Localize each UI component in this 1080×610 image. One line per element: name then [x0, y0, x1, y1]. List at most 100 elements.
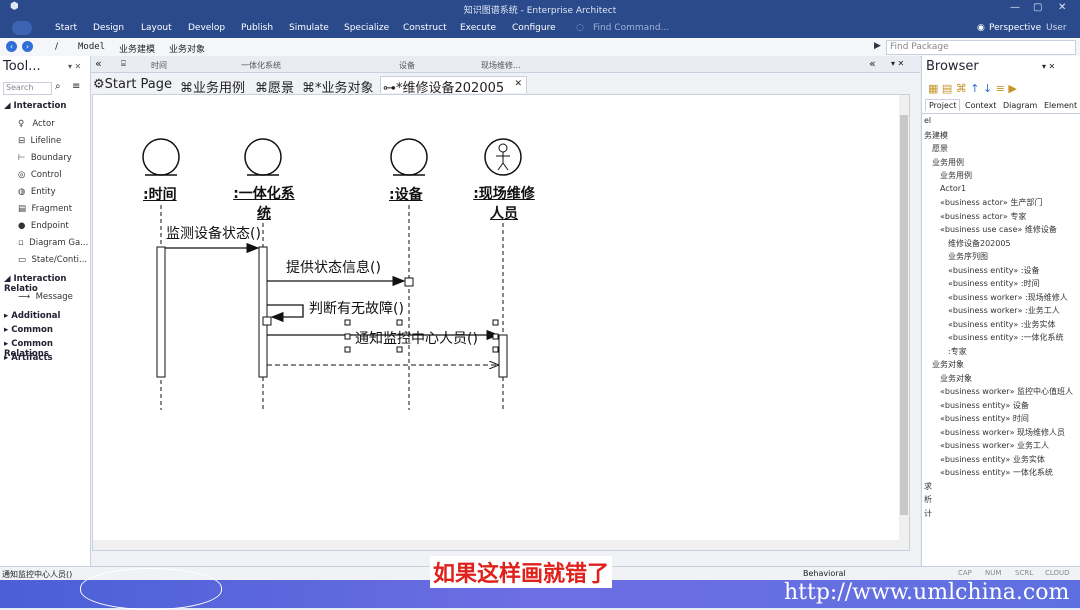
activation-bar[interactable]	[258, 246, 268, 378]
tool-entity[interactable]: ◍ Entity	[18, 187, 56, 197]
vertical-scrollbar[interactable]	[899, 95, 909, 550]
browser-pin-close-icon[interactable]: ▾ ✕	[1042, 62, 1055, 71]
tree-node[interactable]: «business entity» :设备	[948, 265, 1040, 276]
tool-message[interactable]: ⟶ Message	[18, 292, 73, 302]
tree-node[interactable]: «business entity» :业务实体	[948, 319, 1056, 330]
maximize-icon[interactable]: ▢	[1033, 2, 1042, 13]
diagram-canvas[interactable]: :时间 :一体化系 统 :设备 :现场维修 人员 监测设备状态() 提供状态信息…	[92, 94, 910, 551]
search-icon[interactable]: ⌕	[55, 81, 61, 92]
breadcrumb-business-objects[interactable]: 业务对象	[169, 42, 205, 55]
find-command-input[interactable]: Find Command...	[593, 23, 669, 33]
menu-execute[interactable]: Execute	[460, 23, 496, 33]
tool-diagram-gate[interactable]: ▫ Diagram Ga...	[18, 238, 88, 248]
breadcrumb-root[interactable]: /	[55, 42, 58, 52]
breadcrumb-business-modeling[interactable]: 业务建模	[119, 42, 155, 55]
tree-node[interactable]: 业务序列图	[948, 251, 988, 262]
menu-publish[interactable]: Publish	[241, 23, 273, 33]
back-icon[interactable]: ‹	[6, 41, 17, 52]
tab-project[interactable]: Project	[925, 99, 961, 111]
tree-node[interactable]: «business actor» 生产部门	[940, 197, 1042, 208]
message-label-monitor[interactable]: 监测设备状态()	[166, 223, 261, 243]
tree-node[interactable]: Actor1	[940, 184, 966, 193]
activation-box[interactable]	[404, 277, 414, 287]
tree-node[interactable]: 业务对象	[940, 373, 972, 384]
tree-node[interactable]: 业务对象	[932, 359, 964, 370]
scroll-thumb[interactable]	[900, 115, 908, 515]
lifeline-equipment[interactable]	[390, 138, 428, 410]
tree-node[interactable]: 计	[924, 508, 932, 519]
collapse-left-icon[interactable]: «	[95, 57, 102, 70]
tool-fragment[interactable]: ▤ Fragment	[18, 204, 72, 214]
tree-node[interactable]: «business entity» :一体化系统	[948, 332, 1064, 343]
tree-node[interactable]: 务建模	[924, 130, 948, 141]
tree-node[interactable]: «business entity» 设备	[940, 400, 1029, 411]
menu-configure[interactable]: Configure	[512, 23, 556, 33]
section-interaction-relationships[interactable]: ◢ Interaction Relatio	[4, 274, 90, 294]
collapse-right-icon[interactable]: «	[869, 57, 876, 70]
lifeline-field-repair-staff[interactable]	[484, 138, 522, 410]
tab-start-page[interactable]: ⚙Start Page	[93, 77, 172, 92]
tree-node[interactable]: «business worker» :现场维修人	[948, 292, 1068, 303]
minimize-icon[interactable]: —	[1010, 2, 1020, 13]
play-icon[interactable]: ▶	[874, 41, 881, 51]
self-call-box[interactable]	[262, 316, 272, 326]
tab-diagram[interactable]: Diagram	[1003, 101, 1037, 110]
section-interaction[interactable]: ◢ Interaction	[4, 101, 66, 111]
find-package-input[interactable]: Find Package	[886, 40, 1076, 55]
tree-node[interactable]: el	[924, 116, 931, 125]
tree-node[interactable]: 维修设备202005	[948, 238, 1011, 249]
lifeline-integrated-system[interactable]	[244, 138, 282, 410]
message-label-check-fault[interactable]: 判断有无故障()	[309, 298, 404, 318]
menu-simulate[interactable]: Simulate	[289, 23, 329, 33]
forward-icon[interactable]: ›	[22, 41, 33, 52]
tree-node[interactable]: 愿景	[932, 143, 948, 154]
tool-actor[interactable]: ♀ Actor	[18, 119, 55, 129]
user-label[interactable]: User	[1046, 23, 1067, 33]
tree-node[interactable]: «business entity» 时间	[940, 413, 1029, 424]
app-menu-button[interactable]	[12, 21, 32, 35]
section-additional[interactable]: ▸ Additional	[4, 311, 60, 321]
menu-lines-icon[interactable]: ≡	[72, 81, 80, 92]
tree-node[interactable]: «business use case» 维修设备	[940, 224, 1057, 235]
tree-node[interactable]: «business entity» :时间	[948, 278, 1040, 289]
horizontal-scrollbar[interactable]	[93, 540, 899, 550]
tool-endpoint[interactable]: ● Endpoint	[18, 221, 69, 231]
menu-develop[interactable]: Develop	[188, 23, 225, 33]
menu-design[interactable]: Design	[93, 23, 124, 33]
menu-layout[interactable]: Layout	[141, 23, 172, 33]
tab-pin-close-icon[interactable]: ▾ ✕	[891, 59, 904, 68]
browser-toolbar-icons[interactable]: ▦ ▤ ⌘ ↑ ↓ ≡ ▶	[928, 82, 1017, 95]
message-label-provide-status[interactable]: 提供状态信息()	[286, 257, 381, 277]
section-common[interactable]: ▸ Common	[4, 325, 53, 335]
pin-icon[interactable]: ▾ ✕	[68, 62, 81, 71]
breadcrumb-model[interactable]: Model	[78, 42, 105, 52]
tool-lifeline[interactable]: ⊟ Lifeline	[18, 136, 61, 146]
menu-construct[interactable]: Construct	[403, 23, 447, 33]
tab-element[interactable]: Element	[1044, 101, 1077, 110]
tree-node[interactable]: «business worker» :业务工人	[948, 305, 1060, 316]
toolbox-search-input[interactable]: Search	[3, 82, 52, 95]
lifeline-time[interactable]	[142, 138, 180, 410]
tree-node[interactable]: 业务用例	[940, 170, 972, 181]
tool-control[interactable]: ◎ Control	[18, 170, 62, 180]
tool-boundary[interactable]: ⊢ Boundary	[18, 153, 72, 163]
activation-bar[interactable]	[156, 246, 166, 378]
section-artifacts[interactable]: ▸ Artifacts	[4, 353, 53, 363]
message-label-notify[interactable]: 通知监控中心人员()	[355, 328, 478, 348]
activation-bar[interactable]	[498, 334, 508, 378]
perspective-button[interactable]: Perspective	[989, 23, 1041, 33]
close-tab-icon[interactable]: ✕	[514, 79, 522, 89]
tab-context[interactable]: Context	[965, 101, 996, 110]
tool-state-continuation[interactable]: ▭ State/Conti...	[18, 255, 87, 265]
tree-node[interactable]: :专家	[948, 346, 967, 357]
tree-node[interactable]: 业务用例	[932, 157, 964, 168]
tree-node[interactable]: «business entity» 一体化系统	[940, 467, 1053, 478]
tree-node[interactable]: 析	[924, 494, 932, 505]
tree-node[interactable]: «business entity» 业务实体	[940, 454, 1045, 465]
tree-node[interactable]: 求	[924, 481, 932, 492]
tree-node[interactable]: «business worker» 监控中心值班人	[940, 386, 1073, 397]
tree-node[interactable]: «business worker» 业务工人	[940, 440, 1049, 451]
message-arrow-self-check[interactable]	[267, 304, 304, 323]
menu-specialize[interactable]: Specialize	[344, 23, 389, 33]
tree-node[interactable]: «business worker» 现场维修人员	[940, 427, 1065, 438]
